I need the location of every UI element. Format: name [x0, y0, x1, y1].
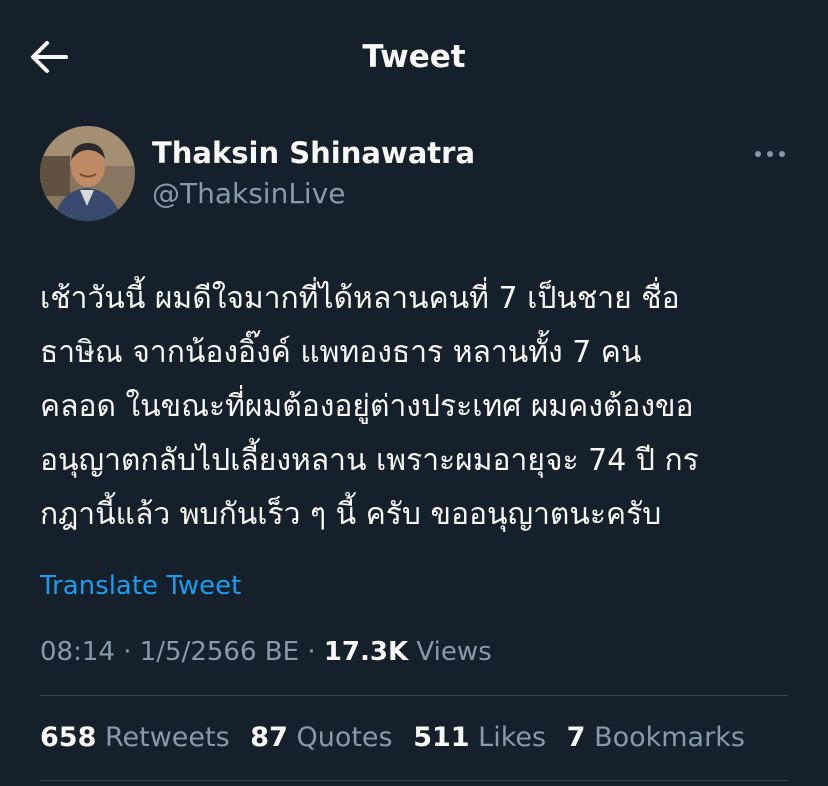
tweet-text-line: อนุญาตกลับไปเลี้ยงหลาน เพราะผมอายุจะ 74 … [40, 443, 699, 478]
meta-separator: · [307, 637, 316, 667]
retweets-count: 658 [40, 722, 97, 753]
views-count: 17.3K [323, 637, 409, 667]
author-name[interactable]: Thaksin Shinawatra [152, 134, 475, 172]
tweet-time[interactable]: 08:14 [40, 637, 115, 667]
tweet-text-line: คลอด ในขณะที่ผมต้องอยู่ต่างประเทศ ผมคงต้… [40, 389, 694, 424]
tweet-text-line: กฎานี้แล้ว พบกันเร็ว ๆ นี้ ครับ ขออนุญาต… [40, 497, 662, 532]
top-bar: Tweet [0, 0, 828, 112]
likes-label: Likes [478, 722, 547, 753]
tweet-text-line: ธาษิณ จากน้องอิ๊งค์ แพทองธาร หลานทั้ง 7 … [40, 335, 642, 370]
translate-tweet-link[interactable]: Translate Tweet [40, 568, 241, 604]
tweet-meta: 08:14 · 1/5/2566 BE · 17.3K Views [40, 633, 492, 671]
engagement-stats: 658 Retweets 87 Quotes 511 Likes 7 Bookm… [40, 718, 757, 758]
more-options-button[interactable] [748, 140, 792, 168]
quotes-stat[interactable]: 87 Quotes [250, 722, 392, 753]
divider [40, 780, 788, 781]
bookmarks-label: Bookmarks [594, 722, 745, 753]
tweet-text: เช้าวันนี้ ผมดีใจมากที่ได้หลานคนที่ 7 เป… [40, 272, 800, 542]
page-title: Tweet [362, 39, 466, 75]
tweet-date[interactable]: 1/5/2566 BE [140, 637, 299, 667]
bookmarks-stat[interactable]: 7 Bookmarks [567, 722, 745, 753]
likes-stat[interactable]: 511 Likes [413, 722, 546, 753]
divider [40, 695, 788, 696]
quotes-count: 87 [250, 722, 288, 753]
likes-count: 511 [413, 722, 470, 753]
retweets-label: Retweets [104, 722, 230, 753]
meta-separator: · [123, 637, 132, 667]
quotes-label: Quotes [296, 722, 393, 753]
avatar[interactable] [40, 126, 135, 221]
bookmarks-count: 7 [566, 722, 586, 753]
more-horizontal-icon [755, 151, 785, 157]
author-handle[interactable]: @ThaksinLive [152, 175, 346, 213]
retweets-stat[interactable]: 658 Retweets [40, 722, 230, 753]
views-label: Views [416, 637, 492, 667]
tweet-text-line: เช้าวันนี้ ผมดีใจมากที่ได้หลานคนที่ 7 เป… [40, 281, 680, 316]
